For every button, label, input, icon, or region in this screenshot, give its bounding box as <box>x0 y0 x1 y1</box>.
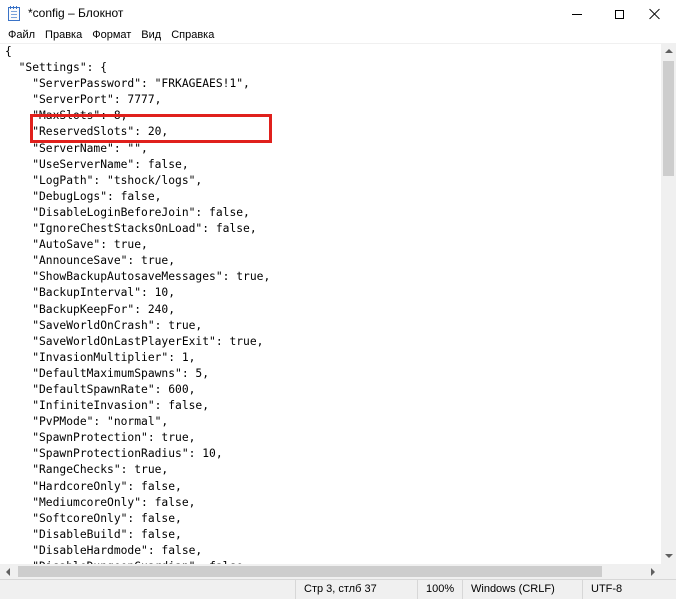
code-line: "MaxSlots": 8, <box>5 109 128 123</box>
scroll-right-button[interactable] <box>645 564 661 579</box>
code-line: "BackupKeepFor": 240, <box>5 302 176 316</box>
code-line: "BackupInterval": 10, <box>5 286 176 300</box>
code-line: "AutoSave": true, <box>5 238 148 252</box>
code-line: "DisableLoginBeforeJoin": false, <box>5 205 250 219</box>
code-line: "SpawnProtection": true, <box>5 431 196 445</box>
cursor-position: Стр 3, стлб 37 <box>295 580 417 599</box>
code-line: "ServerName": "", <box>5 141 148 155</box>
code-line: "HardcoreOnly": false, <box>5 479 182 493</box>
notepad-icon <box>8 6 20 21</box>
code-line: "DefaultMaximumSpawns": 5, <box>5 366 210 380</box>
code-line: "ServerPassword": "FRKAGEAES!1", <box>5 77 250 91</box>
code-line: "SpawnProtectionRadius": 10, <box>5 447 223 461</box>
text-editor[interactable]: { "Settings": { "ServerPassword": "FRKAG… <box>0 43 661 565</box>
code-line: "DisableHardmode": false, <box>5 543 203 557</box>
status-bar: Стр 3, стлб 37 100% Windows (CRLF) UTF-8 <box>0 579 676 599</box>
code-line: "ServerPort": 7777, <box>5 93 162 107</box>
arrow-right-icon <box>651 567 655 576</box>
arrow-down-icon <box>664 554 673 558</box>
vertical-scroll-thumb[interactable] <box>663 61 674 176</box>
code-line: "DebugLogs": false, <box>5 189 162 203</box>
menu-edit[interactable]: Правка <box>37 28 82 43</box>
minimize-button[interactable] <box>556 0 598 28</box>
zoom-level: 100% <box>417 580 462 599</box>
title-bar[interactable]: *config – Блокнот <box>0 0 676 28</box>
scroll-up-button[interactable] <box>661 43 676 59</box>
code-line: "MediumcoreOnly": false, <box>5 495 196 509</box>
code-line: "PvPMode": "normal", <box>5 415 169 429</box>
code-line: "AnnounceSave": true, <box>5 254 176 268</box>
minimize-icon <box>572 13 582 15</box>
horizontal-scrollbar[interactable] <box>0 564 661 579</box>
menu-help[interactable]: Справка <box>163 28 214 43</box>
code-line: "RangeChecks": true, <box>5 463 169 477</box>
close-icon <box>649 8 661 20</box>
code-line: "DisableBuild": false, <box>5 527 182 541</box>
scroll-corner <box>661 564 676 579</box>
menu-format[interactable]: Формат <box>84 28 131 43</box>
line-ending: Windows (CRLF) <box>462 580 582 599</box>
code-line: "IgnoreChestStacksOnLoad": false, <box>5 222 257 236</box>
code-line: "LogPath": "tshock/logs", <box>5 173 203 187</box>
code-line: "UseServerName": false, <box>5 157 189 171</box>
scroll-left-button[interactable] <box>0 564 16 579</box>
window-title: *config – Блокнот <box>28 6 124 20</box>
encoding: UTF-8 <box>582 580 676 599</box>
menu-view[interactable]: Вид <box>133 28 161 43</box>
editor-content[interactable]: { "Settings": { "ServerPassword": "FRKAG… <box>5 44 270 565</box>
code-line: "Settings": { <box>5 61 108 75</box>
menu-bar: Файл Правка Формат Вид Справка <box>0 28 676 43</box>
arrow-left-icon <box>6 567 10 576</box>
code-line: "DefaultSpawnRate": 600, <box>5 382 196 396</box>
vertical-scrollbar[interactable] <box>661 43 676 564</box>
code-line: "SoftcoreOnly": false, <box>5 511 182 525</box>
maximize-icon <box>614 9 624 19</box>
code-line: "InvasionMultiplier": 1, <box>5 350 196 364</box>
horizontal-scroll-thumb[interactable] <box>18 566 602 577</box>
code-line: "ShowBackupAutosaveMessages": true, <box>5 270 271 284</box>
code-line: { <box>5 45 12 58</box>
close-button[interactable] <box>634 0 676 28</box>
scroll-down-button[interactable] <box>661 548 676 564</box>
code-line: "SaveWorldOnLastPlayerExit": true, <box>5 334 264 348</box>
code-line: "SaveWorldOnCrash": true, <box>5 318 203 332</box>
code-line: "InfiniteInvasion": false, <box>5 399 210 413</box>
code-line: "ReservedSlots": 20, <box>5 125 169 139</box>
menu-file[interactable]: Файл <box>0 28 35 43</box>
arrow-up-icon <box>664 49 673 53</box>
